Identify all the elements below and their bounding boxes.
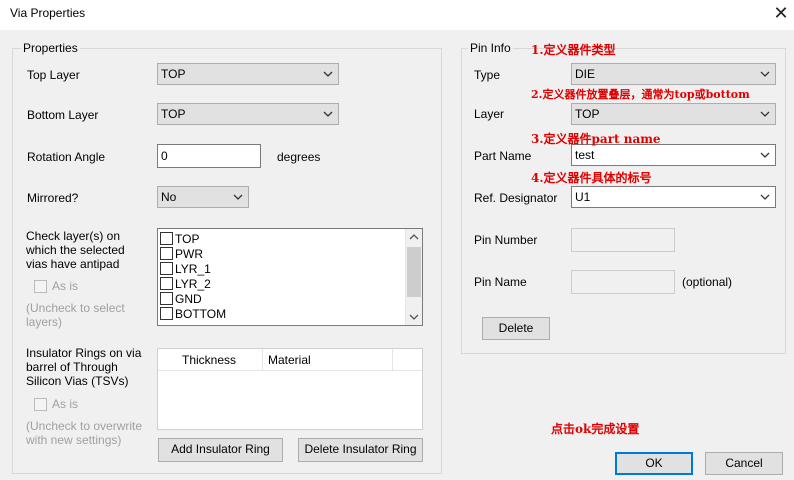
layer-name: LYR_1 (175, 261, 211, 276)
insulator-hint-line: with new settings) (26, 433, 122, 447)
ref-designator-value: U1 (575, 190, 591, 204)
layer-list-scrollbar[interactable] (405, 229, 422, 325)
chevron-down-icon (233, 194, 243, 200)
check-layers-hint-line: (Uncheck to select (26, 301, 125, 315)
column-header-filler (393, 349, 422, 371)
title-bar (0, 0, 794, 30)
as-is-label: As is (52, 279, 79, 293)
insulator-table[interactable]: Thickness Material (157, 348, 423, 430)
list-item[interactable]: LYR_1 (160, 261, 211, 276)
bottom-layer-select[interactable]: TOP (157, 103, 339, 125)
layer-value: TOP (575, 107, 600, 121)
delete-insulator-ring-button[interactable]: Delete Insulator Ring (298, 438, 423, 462)
layer-name: BOTTOM (175, 306, 227, 321)
close-icon[interactable]: ✕ (770, 2, 792, 24)
insulator-hint: (Uncheck to overwrite with new settings) (26, 419, 142, 447)
top-layer-select[interactable]: TOP (157, 63, 339, 85)
annotation-layer: 2.定义器件放置叠层，通常为top或bottom (531, 88, 750, 101)
mirrored-select[interactable]: No (157, 186, 249, 208)
bottom-layer-label: Bottom Layer (27, 108, 99, 122)
layer-listbox[interactable]: TOP PWR LYR_1 LYR_2 GND BOTTOM (157, 228, 423, 326)
type-value: DIE (575, 67, 596, 81)
pin-name-input[interactable] (571, 270, 675, 294)
pin-number-input[interactable] (571, 228, 675, 252)
mirrored-label: Mirrored? (27, 191, 79, 205)
scroll-thumb[interactable] (407, 247, 421, 297)
layer-checkbox[interactable] (160, 262, 173, 275)
layer-checkbox[interactable] (160, 232, 173, 245)
layer-checkbox[interactable] (160, 292, 173, 305)
column-header-thickness[interactable]: Thickness (158, 349, 263, 371)
properties-legend: Properties (21, 41, 80, 55)
list-item[interactable]: GND (160, 291, 202, 306)
chevron-down-icon (760, 71, 770, 77)
annotation-part-name: 3.定义器件part name (531, 132, 661, 146)
layer-name: LYR_2 (175, 276, 211, 291)
chevron-down-icon (323, 111, 333, 117)
check-layers-label-line: vias have antipad (26, 257, 120, 271)
rotation-angle-input[interactable]: 0 (157, 144, 261, 168)
delete-pin-button[interactable]: Delete (482, 317, 550, 340)
check-layers-hint-line: layers) (26, 315, 63, 329)
window-title: Via Properties (10, 6, 86, 20)
annotation-ok: 点击ok完成设置 (551, 422, 640, 436)
as-is-checkbox (34, 279, 47, 293)
column-header-material[interactable]: Material (263, 349, 393, 371)
insulator-label-line: Insulator Rings on via (26, 346, 142, 360)
ref-designator-label: Ref. Designator (474, 191, 558, 205)
pin-info-legend: Pin Info (468, 41, 513, 55)
list-item[interactable]: BOTTOM (160, 306, 226, 321)
pin-number-label: Pin Number (474, 233, 538, 247)
type-label: Type (474, 68, 501, 82)
part-name-value: test (575, 148, 595, 162)
list-item[interactable]: PWR (160, 246, 203, 261)
annotation-ref-designator: 4.定义器件具体的标号 (531, 171, 652, 185)
check-layers-label-line: Check layer(s) on (26, 229, 121, 243)
layer-checkbox[interactable] (160, 307, 173, 320)
layer-checkbox[interactable] (160, 277, 173, 290)
annotation-type: 1.定义器件类型 (531, 43, 616, 57)
layer-label: Layer (474, 107, 505, 121)
chevron-down-icon (760, 111, 770, 117)
layer-name: GND (175, 291, 202, 306)
mirrored-value: No (161, 190, 177, 204)
rotation-angle-value: 0 (161, 149, 168, 163)
insulator-label-line: barrel of Through (26, 360, 118, 374)
insulator-as-is: As is (34, 397, 78, 411)
part-name-label: Part Name (474, 149, 532, 163)
chevron-down-icon (323, 71, 333, 77)
insulator-hint-line: (Uncheck to overwrite (26, 419, 143, 433)
add-insulator-ring-button[interactable]: Add Insulator Ring (158, 438, 283, 462)
check-layers-as-is: As is (34, 279, 78, 293)
ref-designator-combo[interactable]: U1 (571, 186, 776, 208)
check-layers-label-line: which the selected (26, 243, 125, 257)
scroll-down-icon[interactable] (409, 313, 419, 321)
rotation-angle-label: Rotation Angle (27, 150, 106, 164)
list-item[interactable]: LYR_2 (160, 276, 211, 291)
insulator-label: Insulator Rings on via barrel of Through… (26, 346, 141, 388)
as-is-checkbox (34, 397, 47, 411)
list-item[interactable]: TOP (160, 231, 199, 246)
layer-select[interactable]: TOP (571, 103, 776, 125)
top-layer-label: Top Layer (27, 68, 80, 82)
check-layers-label: Check layer(s) on which the selected via… (26, 229, 125, 271)
cancel-button[interactable]: Cancel (705, 452, 783, 475)
layer-name: TOP (175, 231, 200, 246)
chevron-down-icon (760, 194, 770, 200)
check-layers-hint: (Uncheck to select layers) (26, 301, 125, 329)
degrees-label: degrees (277, 150, 321, 164)
ok-button[interactable]: OK (615, 452, 693, 475)
scroll-up-icon[interactable] (409, 233, 419, 241)
layer-checkbox[interactable] (160, 247, 173, 260)
optional-note: (optional) (682, 275, 733, 289)
type-select[interactable]: DIE (571, 63, 776, 85)
chevron-down-icon (760, 152, 770, 158)
as-is-label: As is (52, 397, 79, 411)
top-layer-value: TOP (161, 67, 186, 81)
part-name-combo[interactable]: test (571, 144, 776, 166)
layer-name: PWR (175, 246, 203, 261)
pin-name-label: Pin Name (474, 275, 527, 289)
insulator-label-line: Silicon Vias (TSVs) (26, 374, 129, 388)
bottom-layer-value: TOP (161, 107, 186, 121)
